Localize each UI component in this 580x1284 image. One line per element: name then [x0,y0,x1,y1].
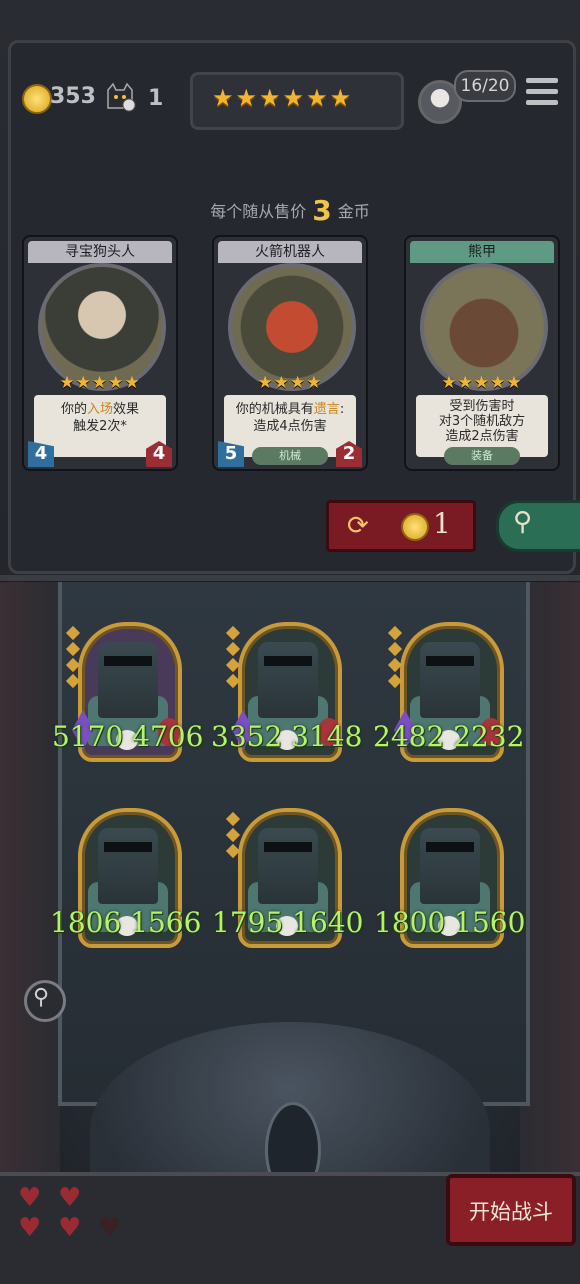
coin-icon [22,84,52,114]
zoom-button[interactable]: ⚲ [24,980,66,1022]
heart-icon: ♥ [58,1213,82,1243]
knight-portrait [98,642,158,718]
coin-icon [401,513,429,541]
knight-portrait [98,828,158,904]
price-value: 3 [312,194,332,227]
magnifier-icon: ⚲ [33,985,50,1010]
minion-5-stats: 1795 1640 [212,906,364,939]
search-button[interactable]: ⚲ [496,500,580,552]
card-stars: ★★★★ [257,373,323,393]
card-tribe: 机械 [252,447,328,465]
card-stars: ★★★★★ [59,373,141,393]
hamburger-menu-icon[interactable] [526,78,558,108]
card-stars: ★★★★★ [441,373,523,393]
card-name: 寻宝狗头人 [28,241,172,263]
shop-card-2[interactable]: 火箭机器人 ★★★★ 你的机械具有遗言: 造成4点伤害 5 机械 2 [212,235,368,471]
refresh-icon: ⟳ [347,511,369,541]
population-badge: 16/20 [454,70,516,102]
card-art-dog [38,263,166,391]
heart-icon: ♥ [98,1213,122,1243]
shop-card-1[interactable]: 寻宝狗头人 ★★★★★ 你的入场效果 触发2次* 4 4 [22,235,178,471]
card-tribe: 装备 [444,447,520,465]
heart-icon: ♥ [18,1213,42,1243]
card-art-robot [228,263,356,391]
knight-portrait [258,642,318,718]
price-label: 每个随从售价 3 金币 [210,194,370,227]
minion-4-stats: 1806 1566 [50,906,202,939]
cat-clock-icon [107,82,136,112]
knight-portrait [420,828,480,904]
knight-portrait [420,642,480,718]
card-name: 熊甲 [410,241,554,263]
heart-icon: ♥ [18,1183,42,1213]
minion-2-stats: 3352 3148 [211,720,363,753]
minion-6-stats: 1800 1560 [374,906,526,939]
shop-card-3[interactable]: 熊甲 ★★★★★ 受到伤害时 对3个随机敌方 造成2点伤害 装备 [404,235,560,471]
card-name: 火箭机器人 [218,241,362,263]
card-art-bear [420,263,548,391]
reroll-button[interactable]: ⟳ 1 [326,500,476,552]
reroll-cost: 1 [433,507,451,540]
magnifier-icon: ⚲ [513,507,533,537]
start-battle-button[interactable]: 开始战斗 [446,1174,576,1246]
minion-1-stats: 5170 4706 [52,720,204,753]
tavern-tier-stars: ★★★★★★ [212,84,354,112]
minion-3-stats: 2482 2232 [373,720,525,753]
turn-count: 1 [148,86,164,111]
knight-portrait [258,828,318,904]
coin-count: 353 [50,84,96,109]
heart-icon: ♥ [58,1183,82,1213]
